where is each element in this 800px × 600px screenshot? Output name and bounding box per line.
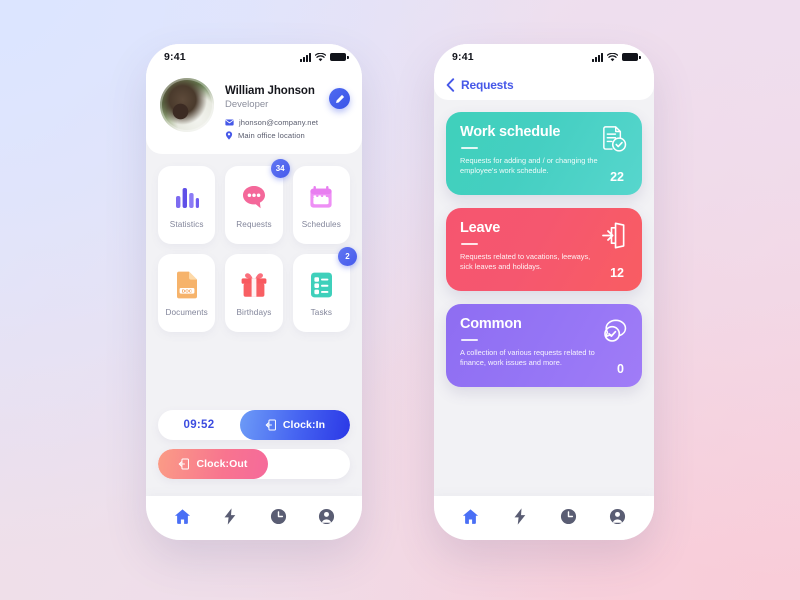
bolt-icon [224,507,236,525]
document-icon: DOC [175,269,199,301]
status-icons [300,52,349,62]
profile-location: Main office location [238,131,305,141]
pencil-icon [335,94,344,103]
signal-icon [300,52,311,62]
clock-out-row: Clock:Out [158,449,350,479]
clock-area: 09:52 Clock:In Clock:Out [158,410,350,488]
nav-item-home[interactable] [167,501,197,531]
tile-label: Documents [165,308,208,318]
gift-icon [240,269,268,301]
clock-out-label: Clock:Out [196,458,248,470]
bottom-nav-right [434,496,654,540]
tile-label: Statistics [169,220,204,230]
card-count: 22 [610,170,624,184]
card-description: Requests for adding and / or changing th… [460,155,598,176]
status-time: 9:41 [164,51,186,63]
clock-out-button[interactable]: Clock:Out [158,449,268,479]
badge-requests: 34 [270,159,290,179]
page-title: Requests [461,78,514,92]
tile-statistics[interactable]: Statistics [158,166,216,245]
clock-out-icon [179,458,190,470]
card-divider [461,146,478,149]
document-check-icon [600,126,627,158]
envelope-icon [225,119,234,126]
nav-item-home[interactable] [456,501,486,531]
status-time: 9:41 [452,51,474,63]
feature-grid: Statistics 34 Requests Schedules DOC Doc… [146,154,362,333]
chevron-left-icon [446,78,455,92]
nav-item-profile[interactable] [311,501,341,531]
avatar [160,78,214,132]
clock-in-button[interactable]: Clock:In [240,410,350,440]
tile-documents[interactable]: DOC Documents [158,254,216,333]
bottom-nav-left [146,496,362,540]
wifi-icon [607,52,618,61]
clock-in-icon [265,419,276,431]
svg-text:DOC: DOC [182,289,193,294]
bolt-icon [514,507,525,525]
card-divider [461,242,478,245]
battery-icon [330,53,349,61]
home-icon [462,508,479,524]
profile-card: William Jhonson Developer jhonson@compan… [146,70,362,155]
bar-chart-icon [174,181,200,213]
phone-right: 9:41 Requests Work schedule Requests for… [434,44,654,540]
request-card-leave[interactable]: Leave Requests related to vacations, lee… [446,208,642,291]
chat-check-icon [600,318,627,350]
clock-icon [270,508,286,524]
tile-label: Tasks [310,308,333,318]
tile-label: Requests [236,220,272,230]
exit-door-icon [601,222,627,254]
nav-item-profile[interactable] [603,501,633,531]
nav-item-activity[interactable] [215,501,245,531]
request-card-common[interactable]: Common A collection of various requests … [446,304,642,387]
clock-in-label: Clock:In [282,419,326,431]
badge-tasks: 2 [337,247,357,267]
profile-location-row: Main office location [225,131,350,140]
nav-item-activity[interactable] [505,501,535,531]
requests-header: Requests [434,70,654,100]
card-count: 12 [610,266,624,280]
signal-icon [592,52,603,62]
home-icon [174,508,190,524]
card-count: 0 [617,362,624,376]
checklist-icon [309,269,334,301]
tile-tasks[interactable]: 2 Tasks [292,247,357,333]
profile-email-row: jhonson@company.net [225,118,350,127]
request-card-work-schedule[interactable]: Work schedule Requests for adding and / … [446,112,642,195]
back-button[interactable] [446,78,455,92]
clock-icon [560,508,577,524]
app-canvas: 9:41 William Jhonson Developer jhonson@c… [0,0,800,600]
right-screen: 9:41 Requests Work schedule Requests for… [434,44,654,540]
tile-requests[interactable]: 34 Requests [225,159,290,245]
card-description: Requests related to vacations, leeways, … [460,251,591,272]
profile-email: jhonson@company.net [239,118,319,128]
left-screen: 9:41 William Jhonson Developer jhonson@c… [146,44,362,540]
edit-profile-button[interactable] [329,88,350,109]
status-icons [592,52,641,62]
user-icon [609,508,626,524]
request-card-list: Work schedule Requests for adding and / … [434,100,654,387]
clock-in-row: 09:52 Clock:In [158,410,350,440]
clock-time: 09:52 [183,419,215,431]
nav-item-time[interactable] [263,501,293,531]
nav-item-time[interactable] [554,501,584,531]
chat-bubble-icon [240,181,268,213]
tile-label: Schedules [301,220,341,230]
card-divider [461,338,478,341]
tile-label: Birthdays [236,308,272,318]
location-pin-icon [225,131,233,140]
calendar-icon [308,181,334,213]
wifi-icon [315,52,326,61]
user-icon [318,508,334,524]
phone-left: 9:41 William Jhonson Developer jhonson@c… [146,44,362,540]
profile-meta: jhonson@company.net Main office location [225,118,350,140]
tile-birthdays[interactable]: Birthdays [225,254,283,333]
status-bar-right: 9:41 [434,44,654,70]
status-bar-left: 9:41 [146,44,362,70]
tile-schedules[interactable]: Schedules [292,166,350,245]
profile-info: William Jhonson Developer jhonson@compan… [225,78,350,140]
card-description: A collection of various requests related… [460,347,595,368]
battery-icon [622,53,641,61]
